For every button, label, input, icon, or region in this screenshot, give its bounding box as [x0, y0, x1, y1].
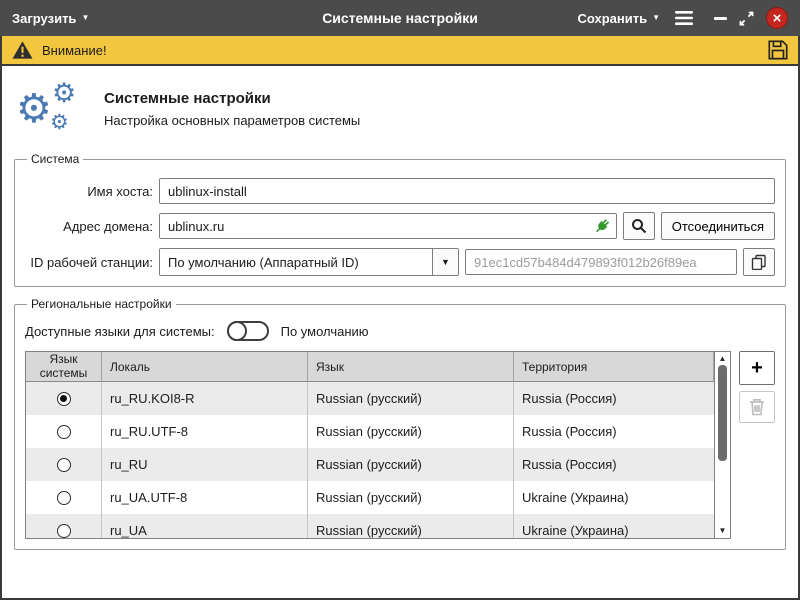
save-menu-button[interactable]: Сохранить ▼ [577, 11, 660, 26]
hamburger-icon[interactable] [675, 11, 693, 25]
locale-select-cell[interactable] [26, 514, 102, 539]
page-title: Системные настройки [104, 90, 360, 107]
languages-toggle[interactable] [227, 321, 269, 341]
territory-cell: Russia (Россия) [514, 382, 714, 415]
copy-icon [751, 254, 767, 270]
search-domain-button[interactable] [623, 212, 655, 240]
locale-select-cell[interactable] [26, 415, 102, 448]
territory-cell: Ukraine (Украина) [514, 514, 714, 539]
load-menu-label: Загрузить [12, 11, 76, 26]
page-subtitle: Настройка основных параметров системы [104, 113, 360, 128]
toggle-caption: По умолчанию [281, 324, 369, 339]
chevron-down-icon: ▼ [81, 14, 89, 22]
table-header-row: Язык системы Локаль Язык Территория [26, 352, 714, 382]
copy-id-button[interactable] [743, 248, 775, 276]
language-cell: Russian (русский) [308, 448, 514, 481]
scroll-up-icon[interactable]: ▲ [719, 352, 727, 365]
col-header-locale: Локаль [102, 352, 308, 382]
save-file-icon[interactable] [767, 39, 789, 61]
warning-message: Внимание! [42, 43, 107, 58]
hostname-label: Имя хоста: [25, 184, 153, 199]
locale-select-cell[interactable] [26, 481, 102, 514]
content-area: ⚙ ⚙ ⚙ Системные настройки Настройка осно… [2, 66, 798, 598]
language-cell: Russian (русский) [308, 481, 514, 514]
save-menu-label: Сохранить [577, 11, 647, 26]
locale-radio[interactable] [57, 524, 71, 538]
warning-bar: Внимание! [2, 36, 798, 66]
locale-table: Язык системы Локаль Язык Территория ru_R… [25, 351, 731, 539]
locale-radio[interactable] [57, 458, 71, 472]
system-group: Система Имя хоста: Адрес домена: [14, 152, 786, 287]
locale-cell: ru_RU.UTF-8 [102, 415, 308, 448]
locale-table-body: ru_RU.KOI8-RRussian (русский)Russia (Рос… [26, 382, 714, 539]
close-icon[interactable]: × [766, 7, 788, 29]
table-row[interactable]: ru_RU.KOI8-RRussian (русский)Russia (Рос… [26, 382, 714, 415]
locale-select-cell[interactable] [26, 382, 102, 415]
toggle-knob-icon [227, 321, 247, 341]
locale-cell: ru_UA.UTF-8 [102, 481, 308, 514]
main-window: Внимание! ⚙ ⚙ ⚙ Системные настройки Наст… [0, 36, 800, 600]
language-cell: Russian (русский) [308, 415, 514, 448]
plug-connected-icon [593, 217, 611, 235]
station-id-selected-value: По умолчанию (Аппаратный ID) [160, 255, 432, 270]
col-header-system-language: Язык системы [26, 352, 102, 382]
territory-cell: Russia (Россия) [514, 448, 714, 481]
regional-group: Региональные настройки Доступные языки д… [14, 297, 786, 550]
gears-icon: ⚙ ⚙ ⚙ [16, 80, 84, 138]
station-id-label: ID рабочей станции: [25, 255, 153, 270]
station-id-select[interactable]: По умолчанию (Аппаратный ID) ▼ [159, 248, 459, 276]
regional-group-legend: Региональные настройки [27, 297, 176, 311]
locale-cell: ru_UA [102, 514, 308, 539]
expand-icon[interactable] [739, 11, 754, 26]
col-header-territory: Территория [514, 352, 714, 382]
titlebar: Системные настройки Загрузить ▼ Сохранит… [0, 0, 800, 36]
chevron-down-icon: ▼ [652, 14, 660, 22]
table-row[interactable]: ru_UA.UTF-8Russian (русский)Ukraine (Укр… [26, 481, 714, 514]
table-row[interactable]: ru_UARussian (русский)Ukraine (Украина) [26, 514, 714, 539]
territory-cell: Russia (Россия) [514, 415, 714, 448]
warning-icon [11, 40, 34, 60]
table-row[interactable]: ru_RU.UTF-8Russian (русский)Russia (Росс… [26, 415, 714, 448]
locale-radio[interactable] [57, 392, 71, 406]
gear-glyph: ⚙ [50, 112, 69, 133]
system-group-legend: Система [27, 152, 83, 166]
domain-input[interactable] [159, 213, 617, 239]
locale-radio[interactable] [57, 425, 71, 439]
domain-label: Адрес домена: [25, 219, 153, 234]
page-header: ⚙ ⚙ ⚙ Системные настройки Настройка осно… [12, 70, 788, 150]
hostname-input[interactable] [159, 178, 775, 204]
language-cell: Russian (русский) [308, 382, 514, 415]
scroll-down-icon[interactable]: ▼ [719, 524, 727, 538]
territory-cell: Ukraine (Украина) [514, 481, 714, 514]
disconnect-button[interactable]: Отсоединиться [661, 212, 775, 240]
add-locale-button[interactable]: + [739, 351, 775, 385]
locale-cell: ru_RU.KOI8-R [102, 382, 308, 415]
col-header-language: Язык [308, 352, 514, 382]
load-menu-button[interactable]: Загрузить ▼ [12, 11, 89, 26]
gear-glyph: ⚙ [52, 80, 76, 107]
search-icon [631, 218, 647, 234]
locale-radio[interactable] [57, 491, 71, 505]
table-scrollbar[interactable]: ▲ ▼ [714, 352, 730, 538]
locale-select-cell[interactable] [26, 448, 102, 481]
table-row[interactable]: ru_RURussian (русский)Russia (Россия) [26, 448, 714, 481]
minimize-icon[interactable] [714, 17, 727, 20]
language-cell: Russian (русский) [308, 514, 514, 539]
scrollbar-thumb[interactable] [718, 365, 727, 461]
dropdown-arrow-icon[interactable]: ▼ [432, 249, 458, 275]
locale-cell: ru_RU [102, 448, 308, 481]
gear-glyph: ⚙ [16, 89, 52, 129]
trash-icon [749, 398, 765, 416]
delete-locale-button [739, 391, 775, 423]
station-id-value-field [465, 249, 737, 275]
available-languages-label: Доступные языки для системы: [25, 324, 215, 339]
